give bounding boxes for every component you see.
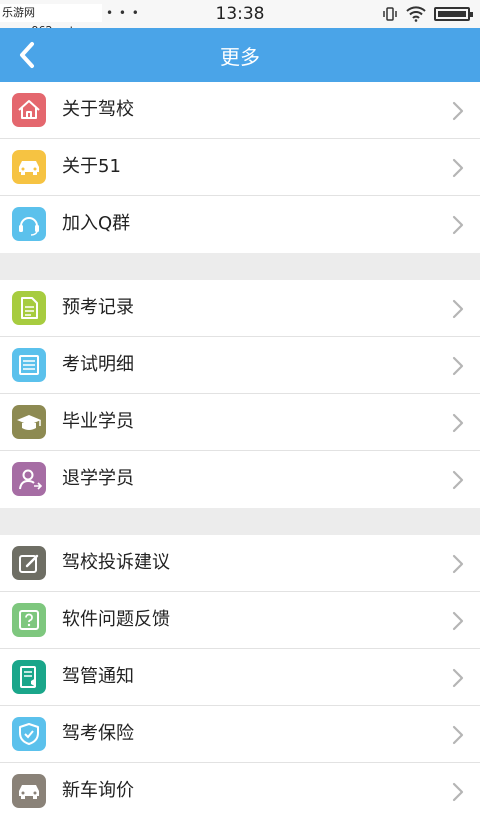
wifi-icon [406, 6, 426, 22]
chevron-right-icon [452, 215, 464, 235]
menu-item[interactable]: 软件问题反馈 [0, 592, 480, 649]
menu-item-label: 驾考保险 [62, 723, 134, 744]
list-icon [12, 348, 46, 382]
menu-item-label: 软件问题反馈 [62, 609, 170, 630]
menu-group: 预考记录考试明细毕业学员退学学员 [0, 280, 480, 508]
menu-group: 驾校投诉建议 软件问题反馈 驾管通知驾考保险新车询价 [0, 535, 480, 820]
menu-item-label: 退学学员 [62, 468, 134, 489]
notice-icon [12, 660, 46, 694]
menu-item-label: 驾校投诉建议 [62, 552, 170, 573]
chevron-right-icon [452, 554, 464, 574]
menu-item[interactable]: 驾考保险 [0, 706, 480, 763]
chevron-right-icon [452, 470, 464, 490]
home-icon [12, 93, 46, 127]
menu-item-label: 考试明细 [62, 354, 134, 375]
menu-item-label: 关于驾校 [62, 99, 134, 120]
car-icon [12, 150, 46, 184]
app-header: 更多 [0, 28, 480, 82]
menu-item[interactable]: 关于驾校 [0, 82, 480, 139]
chevron-right-icon [452, 101, 464, 121]
menu-item[interactable]: 毕业学员 [0, 394, 480, 451]
chevron-right-icon [452, 725, 464, 745]
question-icon [12, 603, 46, 637]
vibrate-icon [383, 7, 397, 21]
graduation-cap-icon [12, 405, 46, 439]
menu-item-label: 新车询价 [62, 780, 134, 801]
chevron-right-icon [452, 413, 464, 433]
chevron-right-icon [452, 611, 464, 631]
menu-item-label: 预考记录 [62, 297, 134, 318]
shield-icon [12, 717, 46, 751]
chevron-right-icon [452, 668, 464, 688]
status-bar: 乐游网 www.962.net • • • 13:38 [0, 0, 480, 37]
menu-item[interactable]: 退学学员 [0, 451, 480, 508]
car-icon [12, 774, 46, 808]
menu-item[interactable]: 驾校投诉建议 [0, 535, 480, 592]
menu-item[interactable]: 加入Q群 [0, 196, 480, 253]
battery-icon [434, 7, 473, 21]
menu-item[interactable]: 考试明细 [0, 337, 480, 394]
menu-group: 关于驾校关于51 加入Q群 [0, 82, 480, 253]
menu-item[interactable]: 关于51 [0, 139, 480, 196]
chevron-right-icon [452, 299, 464, 319]
document-icon [12, 291, 46, 325]
edit-icon [12, 546, 46, 580]
chevron-right-icon [452, 356, 464, 376]
user-exit-icon [12, 462, 46, 496]
menu-item-label: 加入Q群 [62, 213, 131, 234]
page-title: 更多 [220, 45, 260, 69]
menu-item-label: 毕业学员 [62, 411, 134, 432]
headset-icon [12, 207, 46, 241]
chevron-right-icon [452, 158, 464, 178]
menu-item-label: 关于51 [62, 156, 121, 177]
chevron-right-icon [452, 782, 464, 802]
menu-item[interactable]: 驾管通知 [0, 649, 480, 706]
menu-item[interactable]: 预考记录 [0, 280, 480, 337]
menu-item-label: 驾管通知 [62, 666, 134, 687]
menu-item[interactable]: 新车询价 [0, 763, 480, 820]
